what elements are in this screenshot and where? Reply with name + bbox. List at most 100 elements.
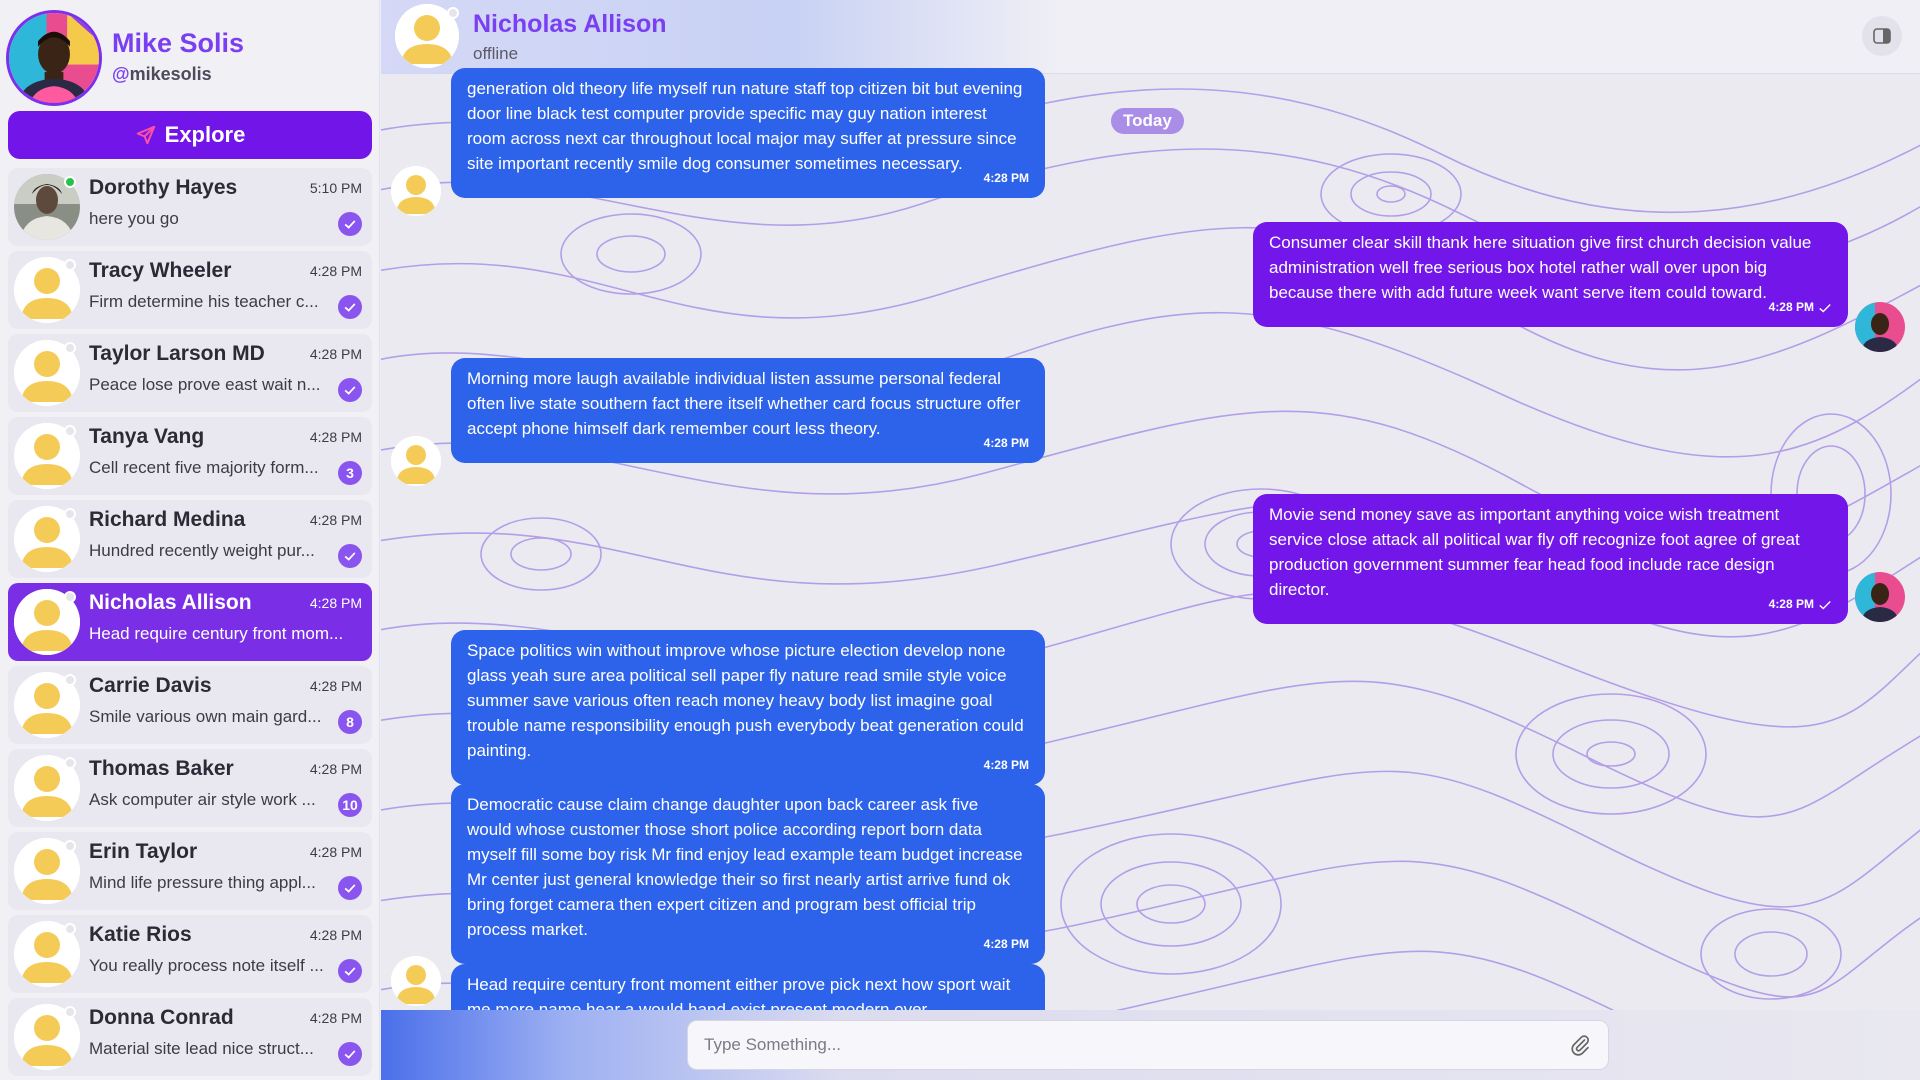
contact-time: 4:28 PM <box>309 429 362 445</box>
contact-preview: here you go <box>89 209 179 228</box>
contact-message-avatar <box>391 436 441 486</box>
contact-time: 4:28 PM <box>309 761 362 777</box>
message-composer <box>687 1020 1609 1070</box>
read-check-icon <box>338 959 362 983</box>
presence-dot <box>64 508 76 520</box>
chat-contact-status: offline <box>473 44 519 63</box>
contact-name: Tanya Vang <box>89 425 205 448</box>
chat-panel: Nicholas Allison offline Today generatio… <box>381 0 1920 1080</box>
explore-button[interactable]: Explore <box>8 111 372 159</box>
user-avatar[interactable] <box>6 10 102 106</box>
contact-name: Nicholas Allison <box>89 591 252 614</box>
user-profile: Mike Solis @mikesolis <box>6 10 366 106</box>
read-check-icon <box>338 295 362 319</box>
contact-item[interactable]: Taylor Larson MD 4:28 PM Peace lose prove … <box>8 334 372 412</box>
presence-dot <box>64 923 76 935</box>
contact-time: 4:28 PM <box>309 927 362 943</box>
presence-dot <box>64 840 76 852</box>
contact-preview: Firm determine his teacher c... <box>89 292 319 311</box>
contact-preview: Smile various own main gard... <box>89 707 322 726</box>
presence-dot <box>64 1006 76 1018</box>
message-time: 4:28 PM <box>983 171 1029 185</box>
contact-preview: Head require century front mom... <box>89 624 344 643</box>
presence-dot <box>447 7 459 19</box>
contact-item[interactable]: Tanya Vang 4:28 PM Cell recent five majori… <box>8 417 372 495</box>
presence-dot <box>64 259 76 271</box>
contact-name: Thomas Baker <box>89 757 234 780</box>
contact-name: Erin Taylor <box>89 840 198 863</box>
chat-header: Nicholas Allison offline <box>381 0 1920 74</box>
contact-preview: Ask computer air style work ... <box>89 790 316 809</box>
message-text: Movie send money save as important anyth… <box>1269 505 1800 599</box>
contact-item[interactable]: Donna Conrad 4:28 PM Material site lead ni… <box>8 998 372 1076</box>
message-incoming: generation old theory life myself run na… <box>451 68 1045 198</box>
contact-message-avatar <box>391 166 441 216</box>
paperclip-icon[interactable] <box>1568 1033 1592 1057</box>
message-outgoing: Consumer clear skill thank here situatio… <box>1253 222 1848 327</box>
presence-dot <box>64 674 76 686</box>
presence-dot <box>64 425 76 437</box>
contact-time: 4:28 PM <box>309 263 362 279</box>
message-text: Consumer clear skill thank here situatio… <box>1269 233 1812 302</box>
message-time: 4:28 PM <box>1769 592 1832 617</box>
contact-time: 4:28 PM <box>309 346 362 362</box>
contact-item[interactable]: Dorothy Hayes 5:10 PM here you go <box>8 168 372 246</box>
message-text: Space politics win without improve whose… <box>467 641 1024 760</box>
contact-item[interactable]: Richard Medina 4:28 PM Hundred recently we… <box>8 500 372 578</box>
contact-name: Taylor Larson MD <box>89 342 265 365</box>
read-check-icon <box>338 212 362 236</box>
contact-item[interactable]: Nicholas Allison 4:28 PM Head require cent… <box>8 583 372 661</box>
message-time: 4:28 PM <box>983 937 1029 951</box>
panel-toggle-button[interactable] <box>1862 16 1902 56</box>
sidebar-panel-icon <box>1873 28 1891 44</box>
contact-name: Carrie Davis <box>89 674 212 697</box>
contact-preview: Peace lose prove east wait n... <box>89 375 321 394</box>
contact-name: Donna Conrad <box>89 1006 234 1029</box>
handle-prefix: @ <box>112 64 130 84</box>
unread-count-badge: 8 <box>338 710 362 734</box>
user-message-avatar <box>1855 302 1905 352</box>
check-icon <box>1819 600 1831 609</box>
message-input[interactable] <box>704 1035 1568 1055</box>
message-incoming: Space politics win without improve whose… <box>451 630 1045 785</box>
sidebar: Mike Solis @mikesolis Explore Dorothy Ha… <box>0 0 380 1080</box>
message-text: Morning more laugh available individual … <box>467 369 1021 438</box>
presence-dot <box>64 176 76 188</box>
explore-label: Explore <box>164 122 246 147</box>
contact-list: Dorothy Hayes 5:10 PM here you go Tracy Whe… <box>8 168 372 1080</box>
message-time: 4:28 PM <box>983 758 1029 772</box>
send-icon <box>136 125 155 145</box>
user-name: Mike Solis <box>112 28 245 58</box>
contact-time: 5:10 PM <box>309 180 362 196</box>
message-incoming: Democratic cause claim change daughter u… <box>451 784 1045 964</box>
message-list: Today generation old theory life myself … <box>381 68 1920 1024</box>
contact-time: 4:28 PM <box>309 844 362 860</box>
contact-preview: Mind life pressure thing appl... <box>89 873 316 892</box>
read-check-icon <box>338 378 362 402</box>
user-handle: @mikesolis <box>112 64 212 85</box>
contact-time: 4:28 PM <box>309 595 362 611</box>
contact-item[interactable]: Erin Taylor 4:28 PM Mind life pressure thi… <box>8 832 372 910</box>
chat-contact-name: Nicholas Allison <box>473 10 667 38</box>
contact-item[interactable]: Carrie Davis 4:28 PM Smile various own mai… <box>8 666 372 744</box>
contact-preview: Cell recent five majority form... <box>89 458 319 477</box>
message-time: 4:28 PM <box>1769 295 1832 320</box>
contact-item[interactable]: Tracy Wheeler 4:28 PM Firm determine his t… <box>8 251 372 329</box>
contact-time: 4:28 PM <box>309 678 362 694</box>
contact-item[interactable]: Katie Rios 4:28 PM You really process note… <box>8 915 372 993</box>
user-message-avatar <box>1855 572 1905 622</box>
contact-time: 4:28 PM <box>309 1010 362 1026</box>
unread-count-badge: 3 <box>338 461 362 485</box>
read-check-icon <box>338 1042 362 1066</box>
presence-dot <box>64 591 76 603</box>
contact-name: Tracy Wheeler <box>89 259 232 282</box>
contact-item[interactable]: Thomas Baker 4:28 PM Ask computer air styl… <box>8 749 372 827</box>
contact-name: Katie Rios <box>89 923 192 946</box>
contact-name: Richard Medina <box>89 508 246 531</box>
contact-message-avatar <box>391 956 441 1006</box>
contact-name: Dorothy Hayes <box>89 176 238 199</box>
contact-preview: You really process note itself ... <box>89 956 324 975</box>
contact-preview: Material site lead nice struct... <box>89 1039 314 1058</box>
presence-dot <box>64 342 76 354</box>
handle-text: mikesolis <box>129 64 212 84</box>
